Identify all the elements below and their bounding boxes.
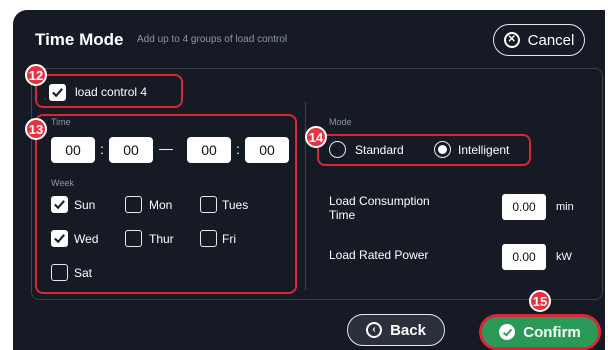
time-label: Time xyxy=(51,117,71,127)
annotation-badge-15: 15 xyxy=(529,290,551,312)
back-label: Back xyxy=(390,321,426,339)
day-checkbox-sun[interactable] xyxy=(51,196,68,213)
annotation-badge-14: 14 xyxy=(305,126,327,148)
time-colon: : xyxy=(236,141,240,157)
time-range-dash: — xyxy=(159,140,173,156)
day-checkbox-fri[interactable] xyxy=(200,230,217,247)
day-checkbox-sat[interactable] xyxy=(51,264,68,281)
check-icon xyxy=(54,234,65,244)
rated-power-unit: kW xyxy=(556,251,572,263)
week-label: Week xyxy=(51,178,74,188)
time-colon: : xyxy=(100,141,104,157)
mode-radio-intelligent[interactable] xyxy=(434,141,451,158)
radio-selected-dot xyxy=(438,145,447,154)
rated-power-input[interactable]: 0.00 xyxy=(502,244,546,270)
day-label-sun: Sun xyxy=(74,198,96,212)
day-label-mon: Mon xyxy=(149,198,173,212)
consumption-time-input[interactable]: 0.00 xyxy=(502,194,546,220)
check-icon xyxy=(52,88,63,98)
time-mode-screen: Time Mode Add up to 4 groups of load con… xyxy=(13,10,605,350)
day-label-wed: Wed xyxy=(74,232,99,246)
check-icon xyxy=(54,200,65,210)
consumption-label: Load Consumption xyxy=(329,194,430,208)
cancel-label: Cancel xyxy=(527,31,575,49)
day-checkbox-tues[interactable] xyxy=(200,196,217,213)
consumption-label-line2: Time xyxy=(329,208,356,222)
page-subtitle: Add up to 4 groups of load control xyxy=(137,34,288,45)
back-button[interactable]: ‹ Back xyxy=(347,314,445,346)
start-minute-input[interactable]: 00 xyxy=(109,137,153,163)
chevron-left-icon: ‹ xyxy=(366,322,383,338)
load-control-checkbox[interactable] xyxy=(49,84,66,101)
page-title: Time Mode xyxy=(35,30,124,49)
day-label-thur: Thur xyxy=(149,232,174,246)
rated-power-label: Load Rated Power xyxy=(329,248,429,262)
confirm-button[interactable]: Confirm xyxy=(479,314,601,350)
day-checkbox-wed[interactable] xyxy=(51,230,68,247)
day-label-fri: Fri xyxy=(222,232,236,246)
mode-label-standard: Standard xyxy=(355,143,404,157)
day-checkbox-mon[interactable] xyxy=(125,196,142,213)
check-circle-icon xyxy=(499,324,516,340)
consumption-unit: min xyxy=(556,201,574,213)
cancel-button[interactable]: ✕ Cancel xyxy=(493,24,585,56)
mode-radio-standard[interactable] xyxy=(329,141,346,158)
end-minute-input[interactable]: 00 xyxy=(245,137,289,163)
confirm-label: Confirm xyxy=(523,323,581,341)
day-checkbox-thur[interactable] xyxy=(125,230,142,247)
annotation-badge-13: 13 xyxy=(25,118,47,140)
day-label-sat: Sat xyxy=(74,266,93,280)
close-icon: ✕ xyxy=(503,32,520,48)
mode-label: Mode xyxy=(329,117,352,127)
annotation-badge-12: 12 xyxy=(25,64,47,86)
load-control-label: load control 4 xyxy=(75,85,148,99)
start-hour-input[interactable]: 00 xyxy=(51,137,95,163)
end-hour-input[interactable]: 00 xyxy=(187,137,231,163)
day-label-tues: Tues xyxy=(222,198,249,212)
mode-label-intelligent: Intelligent xyxy=(458,143,510,157)
